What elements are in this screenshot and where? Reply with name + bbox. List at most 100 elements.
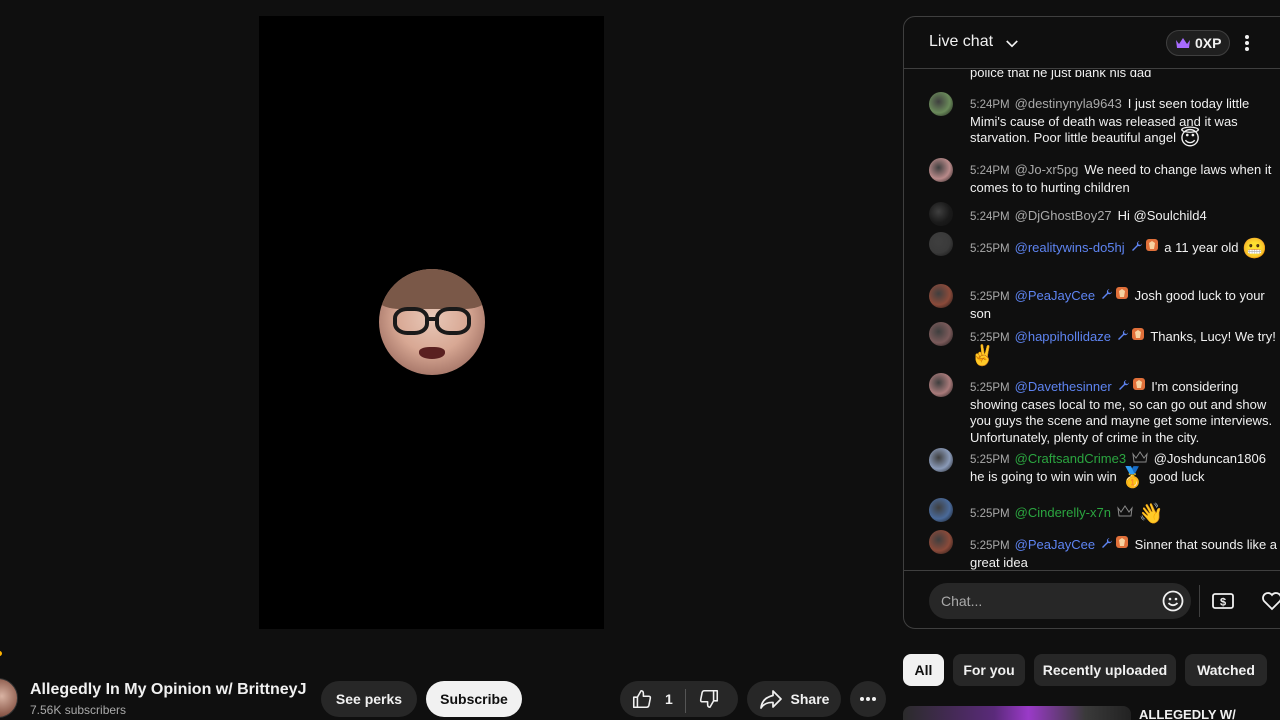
crown-icon: [1176, 38, 1190, 48]
channel-avatar[interactable]: [0, 678, 18, 718]
more-options-icon[interactable]: [1237, 33, 1257, 58]
chevron-down-icon[interactable]: [1003, 35, 1021, 58]
message-text-after: good luck: [1148, 468, 1205, 484]
chat-input[interactable]: [929, 583, 1191, 619]
super-chat-icon[interactable]: $: [1205, 583, 1241, 619]
moderator-wrench-icon: [1101, 537, 1113, 555]
chat-message: 5:25PM @PeaJayCee Josh good luck to your …: [970, 286, 1280, 322]
message-timestamp: 5:25PM: [970, 382, 1010, 394]
see-perks-button[interactable]: See perks: [321, 681, 417, 717]
chip-all[interactable]: All: [903, 654, 944, 686]
youtube-watch-page: Live chat 0XP police that he just blank …: [0, 0, 1280, 720]
chat-message: 5:25PM @Davethesinner I'm considering sho…: [970, 377, 1280, 446]
live-dot: [0, 651, 2, 656]
heart-icon[interactable]: [1254, 583, 1280, 619]
subscribe-button[interactable]: Subscribe: [426, 681, 522, 717]
chat-avatar[interactable]: [929, 232, 953, 256]
member-crown-icon: [1117, 505, 1133, 523]
message-timestamp: 5:25PM: [970, 243, 1010, 255]
xp-value: 0XP: [1195, 35, 1222, 51]
member-badge-icon: [1131, 327, 1145, 347]
video-player[interactable]: [259, 16, 604, 629]
chat-avatar[interactable]: [929, 322, 953, 346]
chat-message-partial: police that he just blank his dad: [970, 70, 1152, 80]
emoji-icon[interactable]: [1161, 589, 1185, 618]
message-text: a 11 year old: [1164, 240, 1239, 255]
chip-for-you[interactable]: For you: [953, 654, 1025, 686]
message-author[interactable]: @PeaJayCee: [1015, 288, 1095, 303]
message-emoji: 😇: [1179, 128, 1201, 150]
streamer-video-feed: [379, 269, 485, 375]
chat-message: 5:24PM @Jo-xr5pg We need to change laws wh…: [970, 162, 1280, 196]
thumbs-up-icon: [632, 689, 652, 709]
message-author[interactable]: @PeaJayCee: [1015, 537, 1095, 552]
message-emoji: 😬: [1242, 238, 1268, 260]
message-emoji: 🥇: [1120, 466, 1146, 489]
like-count: 1: [665, 691, 673, 707]
message-author[interactable]: @CraftsandCrime3: [1015, 451, 1126, 466]
message-author[interactable]: @Jo-xr5pg: [1015, 162, 1079, 177]
message-emoji: 👋: [1138, 503, 1164, 525]
chat-message: 5:24PM @destinynyla9643 I just seen today …: [970, 96, 1280, 150]
chat-message: 5:25PM @happihollidaze Thanks, Lucy! We t…: [970, 327, 1280, 367]
chat-avatar[interactable]: [929, 530, 953, 554]
message-timestamp: 5:25PM: [970, 291, 1010, 303]
member-badge-icon: [1115, 535, 1129, 555]
subscriber-count: 7.56K subscribers: [30, 703, 127, 717]
moderator-wrench-icon: [1101, 288, 1113, 306]
more-horizontal-icon: [860, 697, 876, 701]
chat-avatar[interactable]: [929, 92, 953, 116]
chat-avatar[interactable]: [929, 202, 953, 226]
message-text: Hi @Soulchild4: [1117, 208, 1207, 223]
member-badge-icon: [1115, 286, 1129, 306]
like-button[interactable]: 1: [620, 688, 673, 710]
share-button[interactable]: Share: [747, 681, 841, 717]
chat-avatar[interactable]: [929, 373, 953, 397]
chat-message: 5:25PM @CraftsandCrime3 @Joshduncan1806 h…: [970, 451, 1280, 489]
live-chat-panel: Live chat 0XP police that he just blank …: [903, 16, 1280, 629]
moderator-wrench-icon: [1131, 240, 1143, 258]
chat-message: 5:24PM @DjGhostBoy27 Hi @Soulchild4: [970, 208, 1280, 226]
member-badge-icon: [1145, 238, 1159, 258]
chat-avatar[interactable]: [929, 498, 953, 522]
like-dislike-group: 1: [620, 681, 738, 717]
channel-name[interactable]: Allegedly In My Opinion w/ BrittneyJ: [30, 681, 306, 699]
thumbs-down-icon: [699, 689, 719, 709]
chat-header: Live chat 0XP: [904, 17, 1280, 69]
message-timestamp: 5:25PM: [970, 332, 1010, 344]
related-video-thumbnail[interactable]: [903, 706, 1131, 720]
message-timestamp: 5:24PM: [970, 165, 1010, 177]
like-divider: [685, 689, 686, 713]
chat-avatar[interactable]: [929, 284, 953, 308]
chat-message-list[interactable]: police that he just blank his dad 5:24PM…: [904, 70, 1280, 570]
moderator-wrench-icon: [1117, 329, 1129, 347]
message-author[interactable]: @Davethesinner: [1015, 379, 1112, 394]
chat-mode-title[interactable]: Live chat: [929, 33, 993, 51]
chat-avatar[interactable]: [929, 158, 953, 182]
message-timestamp: 5:24PM: [970, 211, 1010, 223]
message-author[interactable]: @happihollidaze: [1015, 329, 1111, 344]
member-badge-icon: [1132, 377, 1146, 397]
message-author[interactable]: @realitywins-do5hj: [1015, 240, 1125, 255]
chip-watched[interactable]: Watched: [1185, 654, 1267, 686]
message-author[interactable]: @Cinderelly-x7n: [1015, 505, 1111, 520]
chat-message: 5:25PM @Cinderelly-x7n 👋: [970, 503, 1280, 525]
chat-message: 5:25PM @PeaJayCee Sinner that sounds like…: [970, 535, 1280, 570]
chat-footer: $: [904, 570, 1280, 628]
message-author[interactable]: @DjGhostBoy27: [1015, 208, 1112, 223]
chat-message: 5:25PM @realitywins-do5hj a 11 year old 😬: [970, 238, 1280, 260]
chat-avatar[interactable]: [929, 448, 953, 472]
dislike-button[interactable]: [698, 688, 720, 713]
message-emoji: ✌️: [970, 344, 995, 367]
message-timestamp: 5:25PM: [970, 540, 1010, 552]
more-actions-button[interactable]: [850, 681, 886, 717]
message-timestamp: 5:24PM: [970, 99, 1010, 111]
related-video-title[interactable]: ALLEGEDLY W/: [1139, 707, 1236, 720]
message-author[interactable]: @destinynyla9643: [1015, 96, 1122, 111]
share-label: Share: [790, 691, 830, 707]
xp-badge[interactable]: 0XP: [1166, 30, 1231, 56]
footer-divider: [1199, 585, 1200, 617]
message-timestamp: 5:25PM: [970, 508, 1010, 520]
chip-recently-uploaded[interactable]: Recently uploaded: [1034, 654, 1176, 686]
share-icon: [759, 690, 782, 709]
